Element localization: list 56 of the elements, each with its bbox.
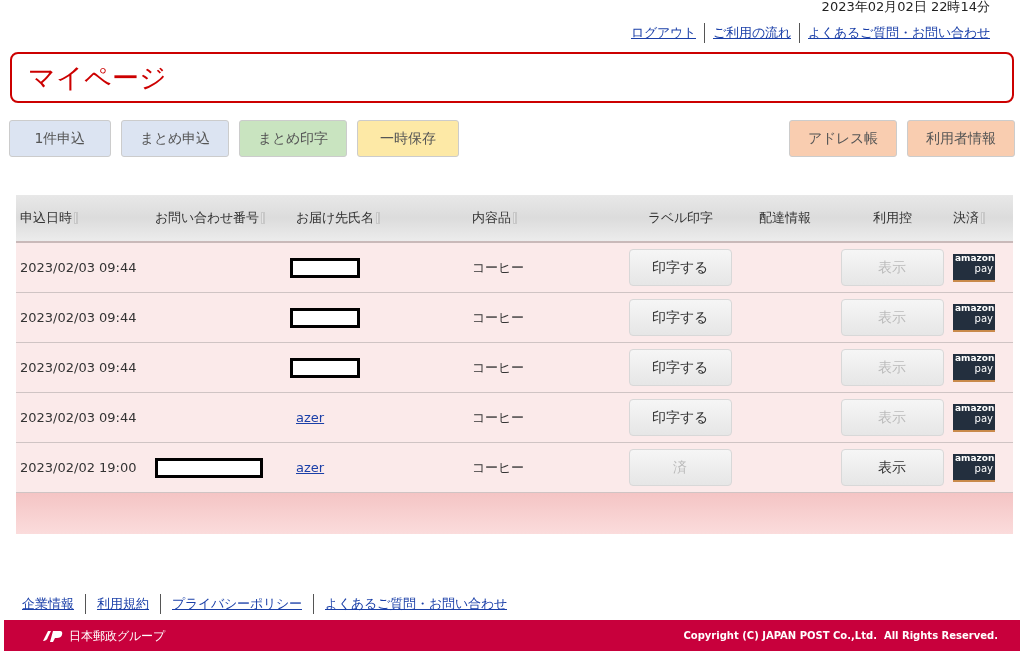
- copyright-text: Copyright (C) JAPAN POST Co.,Ltd. All Rights Reserved.: [683, 629, 998, 643]
- header-link[interactable]: ご利用の流れ: [713, 23, 791, 43]
- sort-icon[interactable]: [260, 212, 266, 224]
- amazon-pay-logo: amazon pay: [953, 303, 995, 332]
- date-time: 2023年02月02日 22時14分: [821, 0, 990, 14]
- print-button[interactable]: 印字する: [628, 399, 732, 436]
- action-button[interactable]: アドレス帳: [789, 120, 897, 157]
- amazon-pay-logo: amazon pay: [953, 253, 995, 282]
- sort-icon[interactable]: [980, 212, 986, 224]
- print-button[interactable]: 印字する: [628, 249, 732, 286]
- amazon-pay-logo: amazon pay: [953, 353, 995, 382]
- table-cell-text: 2023/02/03 09:44: [20, 358, 138, 377]
- table-cell-text: コーヒー: [471, 408, 525, 427]
- amazon-pay-logo: amazon pay: [953, 403, 995, 432]
- table-cell-text: 2023/02/03 09:44: [20, 408, 138, 427]
- view-button[interactable]: 表示: [840, 449, 944, 486]
- column-header: 利用控: [872, 209, 912, 228]
- redaction-box: [290, 357, 360, 378]
- action-button[interactable]: 一時保存: [357, 120, 459, 157]
- table-cell-text: 2023/02/03 09:44: [20, 258, 138, 277]
- table-cell-text: 2023/02/02 19:00: [20, 458, 138, 477]
- footer-link[interactable]: 企業情報: [22, 594, 74, 614]
- recipient-link[interactable]: azer: [296, 457, 325, 478]
- column-header: 配達情報: [759, 209, 811, 228]
- recipient-link[interactable]: azer: [296, 407, 325, 428]
- brand-name: 日本郵政グループ: [69, 627, 165, 645]
- sort-icon[interactable]: [512, 212, 518, 224]
- column-header[interactable]: お問い合わせ番号: [155, 208, 259, 228]
- header-link[interactable]: ログアウト: [631, 23, 696, 43]
- redaction-box: [290, 257, 360, 278]
- action-button[interactable]: 利用者情報: [907, 120, 1015, 157]
- footer-link[interactable]: 利用規約: [97, 594, 149, 614]
- header-link[interactable]: よくあるご質問・お問い合わせ: [808, 23, 990, 43]
- table-cell-text: 2023/02/03 09:44: [20, 308, 138, 327]
- action-button[interactable]: まとめ申込: [121, 120, 229, 157]
- amazon-pay-logo: amazon pay: [953, 453, 995, 482]
- footer-link[interactable]: プライバシーポリシー: [172, 594, 302, 614]
- redaction-box: [290, 307, 360, 328]
- table-cell-text: コーヒー: [471, 258, 525, 277]
- sort-icon[interactable]: [73, 212, 79, 224]
- logo-icon: [42, 628, 64, 643]
- table-cell-text: コーヒー: [471, 458, 525, 477]
- footer-link[interactable]: よくあるご質問・お問い合わせ: [325, 594, 507, 614]
- action-button[interactable]: まとめ印字: [239, 120, 347, 157]
- table-cell-text: コーヒー: [471, 358, 525, 377]
- table-cell-text: コーヒー: [471, 308, 525, 327]
- column-header[interactable]: お届け先氏名: [296, 208, 374, 228]
- column-header: ラベル印字: [647, 209, 713, 228]
- sort-icon[interactable]: [375, 212, 381, 224]
- print-button[interactable]: 印字する: [628, 349, 732, 386]
- action-button[interactable]: 1件申込: [9, 120, 111, 157]
- print-button[interactable]: 印字する: [628, 299, 732, 336]
- column-header[interactable]: 申込日時: [20, 208, 72, 228]
- column-header[interactable]: 決済: [953, 208, 979, 228]
- column-header[interactable]: 内容品: [472, 208, 511, 228]
- page-title: マイページ: [28, 64, 167, 91]
